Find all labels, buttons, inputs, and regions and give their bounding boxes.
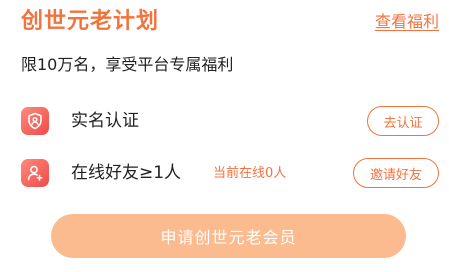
subtitle: 限10万名，享受平台专属福利 <box>21 55 234 74</box>
verify-button[interactable]: 去认证 <box>367 106 439 136</box>
online-friends-label: 在线好友≥1人 <box>71 163 182 183</box>
apply-membership-button[interactable]: 申请创世元老会员 <box>51 214 406 258</box>
invite-friends-button[interactable]: 邀请好友 <box>353 158 439 188</box>
requirement-row-friends: 在线好友≥1人 当前在线0人 邀请好友 <box>0 155 449 191</box>
page-title: 创世元老计划 <box>21 9 160 34</box>
verification-label: 实名认证 <box>71 111 139 131</box>
view-benefits-link[interactable]: 查看福利 <box>375 10 439 34</box>
add-user-icon <box>21 159 49 187</box>
shield-user-icon <box>21 107 49 135</box>
online-status-text: 当前在线0人 <box>213 166 287 181</box>
requirement-row-verification: 实名认证 去认证 <box>0 103 449 139</box>
